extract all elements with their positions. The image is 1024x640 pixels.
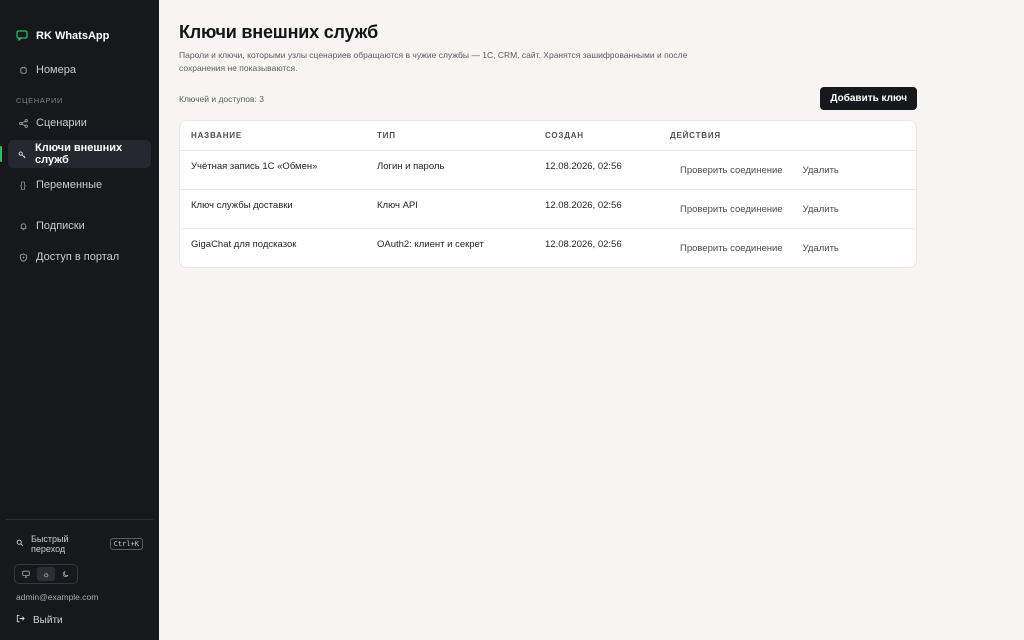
sidebar-item-label: Сценарии bbox=[36, 117, 87, 129]
sidebar: RK WhatsApp Номера СЦЕНАРИИ Сценарии Клю… bbox=[0, 0, 159, 640]
keys-table: Название Тип Создан Действия Учётная зап… bbox=[179, 120, 917, 268]
sidebar-item-variables[interactable]: {} Переменные bbox=[8, 171, 151, 199]
shield-icon bbox=[18, 252, 28, 262]
brand[interactable]: RK WhatsApp bbox=[0, 0, 159, 50]
column-header-created: Создан bbox=[545, 131, 584, 140]
row-actions: Проверить соединение Удалить bbox=[659, 165, 916, 176]
delete-button[interactable]: Удалить bbox=[803, 243, 839, 254]
user-email: admin@example.com bbox=[16, 592, 99, 602]
sidebar-item-external-keys[interactable]: Ключи внешних служб bbox=[0, 140, 151, 168]
search-icon bbox=[16, 539, 24, 549]
logout-button[interactable]: Выйти bbox=[6, 602, 153, 626]
sun-icon[interactable]: ☼ bbox=[37, 567, 55, 581]
brand-name: RK WhatsApp bbox=[36, 30, 110, 42]
sidebar-item-label: Подписки bbox=[36, 220, 85, 232]
cell-name: Ключ службы доставки bbox=[191, 199, 293, 211]
sidebar-footer: Быстрый переход Ctrl+K ☼ admin@example.c… bbox=[6, 519, 153, 640]
cell-name: GigaChat для подсказок bbox=[191, 238, 297, 250]
check-connection-button[interactable]: Проверить соединение bbox=[680, 165, 783, 176]
table-row: Ключ службы доставки Ключ API 12.08.2026… bbox=[180, 189, 916, 228]
table-row: Учётная запись 1С «Обмен» Логин и пароль… bbox=[180, 150, 916, 189]
row-actions: Проверить соединение Удалить bbox=[659, 204, 916, 215]
sidebar-item-label: Доступ в портал bbox=[36, 251, 120, 263]
sidebar-item-portal-access[interactable]: Доступ в портал bbox=[8, 243, 151, 271]
sidebar-item-label: Номера bbox=[36, 64, 76, 76]
moon-icon[interactable] bbox=[57, 567, 75, 581]
column-header-type: Тип bbox=[377, 131, 396, 140]
logout-label: Выйти bbox=[33, 614, 63, 626]
check-connection-button[interactable]: Проверить соединение bbox=[680, 204, 783, 215]
monitor-icon[interactable] bbox=[17, 567, 35, 581]
delete-button[interactable]: Удалить bbox=[803, 165, 839, 176]
cell-type: Логин и пароль bbox=[377, 160, 445, 172]
sidebar-item-label: Переменные bbox=[36, 179, 103, 191]
table-header: Название Тип Создан Действия bbox=[180, 121, 916, 150]
main-content: Ключи внешних служб Пароли и ключи, кото… bbox=[159, 0, 1024, 640]
quick-jump-label: Быстрый переход bbox=[31, 534, 69, 554]
table-row: GigaChat для подсказок OAuth2: клиент и … bbox=[180, 228, 916, 267]
sidebar-item-scenarios[interactable]: Сценарии bbox=[8, 109, 151, 137]
shortcut-badge: Ctrl+K bbox=[109, 538, 143, 550]
share-icon bbox=[18, 118, 28, 128]
sidebar-section-label: СЦЕНАРИИ bbox=[16, 96, 63, 105]
logout-icon bbox=[16, 614, 25, 626]
cell-name: Учётная запись 1С «Обмен» bbox=[191, 160, 318, 172]
sidebar-item-subscriptions[interactable]: Подписки bbox=[8, 212, 151, 240]
cell-created: 12.08.2026, 02:56 bbox=[545, 160, 622, 172]
cell-created: 12.08.2026, 02:56 bbox=[545, 199, 622, 211]
column-header-actions: Действия bbox=[670, 131, 721, 140]
delete-button[interactable]: Удалить bbox=[803, 204, 839, 215]
cell-created: 12.08.2026, 02:56 bbox=[545, 238, 622, 250]
cell-type: OAuth2: клиент и секрет bbox=[377, 238, 484, 250]
column-header-name: Название bbox=[191, 131, 242, 140]
sidebar-item-numbers[interactable]: Номера bbox=[8, 56, 151, 84]
page-subtitle: Пароли и ключи, которыми узлы сценариев … bbox=[179, 50, 688, 73]
toolbar: Ключей и доступов: 3 Добавить ключ bbox=[179, 87, 917, 110]
sidebar-item-label: Ключи внешних служб bbox=[35, 142, 123, 166]
phone-icon bbox=[18, 65, 28, 75]
keys-count: Ключей и доступов: 3 bbox=[179, 93, 264, 104]
chat-icon bbox=[16, 29, 28, 44]
bell-icon bbox=[18, 221, 28, 231]
row-actions: Проверить соединение Удалить bbox=[659, 243, 916, 254]
page-title: Ключи внешних служб bbox=[179, 22, 379, 42]
add-key-button[interactable]: Добавить ключ bbox=[820, 87, 917, 110]
theme-switcher: ☼ bbox=[14, 564, 78, 584]
quick-jump[interactable]: Быстрый переход Ctrl+K bbox=[6, 520, 153, 554]
key-icon bbox=[18, 149, 27, 159]
check-connection-button[interactable]: Проверить соединение bbox=[680, 243, 783, 254]
braces-icon: {} bbox=[19, 180, 26, 190]
cell-type: Ключ API bbox=[377, 199, 418, 211]
